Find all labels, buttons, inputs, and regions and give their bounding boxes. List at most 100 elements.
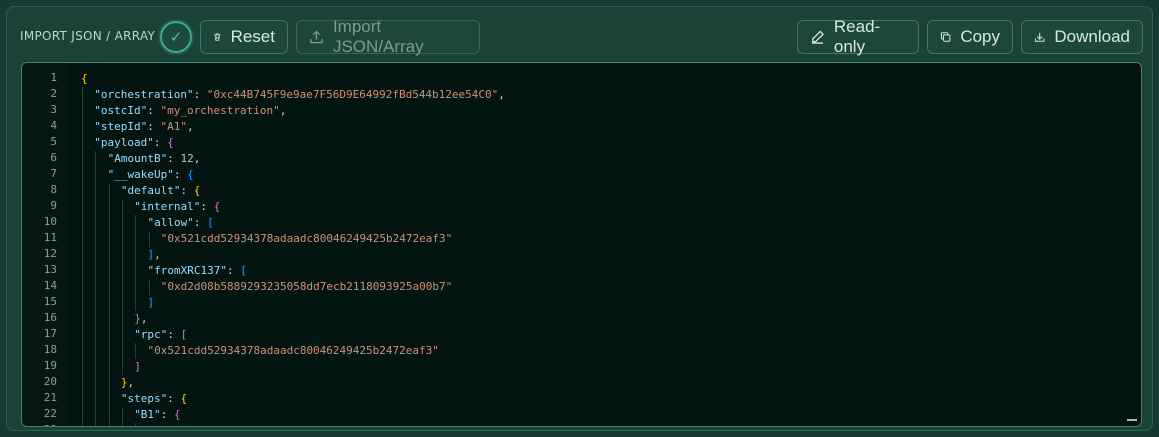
code-line: }, — [134, 311, 147, 327]
code-token: "orchestration" — [94, 88, 194, 101]
code-token: "AmountB" — [107, 152, 168, 165]
valid-status-indicator[interactable]: ✓ — [160, 21, 192, 53]
pencil-icon — [811, 30, 824, 44]
indent-guide — [135, 263, 137, 279]
indent-guide — [121, 247, 123, 263]
indent-guide — [95, 391, 97, 407]
indent-guide — [135, 279, 137, 295]
line-number: 1 — [50, 71, 57, 84]
indent-guide — [95, 343, 97, 359]
indent-guide — [148, 231, 150, 247]
code-token: "ostcId" — [94, 104, 148, 117]
indent-guide — [108, 183, 110, 199]
code-line: "0x521cdd52934378adaadc80046249425b2472e… — [161, 231, 452, 247]
indent-guide — [108, 423, 110, 426]
indent-guide — [108, 359, 110, 375]
code-token: : — [180, 184, 194, 197]
code-line: ], — [148, 247, 161, 263]
code-line: }, — [121, 375, 134, 391]
indent-guide — [108, 215, 110, 231]
indent-guide — [82, 327, 83, 343]
code-token: { — [187, 168, 194, 181]
line-number: 7 — [50, 167, 57, 180]
code-token: { — [213, 200, 221, 213]
copy-button[interactable]: Copy — [927, 20, 1013, 54]
indent-guide — [108, 247, 110, 263]
indent-guide — [95, 423, 97, 426]
line-number: 3 — [50, 103, 57, 116]
code-token: [ — [207, 216, 214, 229]
line-number: 2 — [50, 87, 57, 100]
toolbar: IMPORT JSON / ARRAY ✓ Reset Import JSON/… — [7, 7, 1152, 63]
line-number: 15 — [43, 295, 57, 308]
code-line: "rpc": [ — [134, 327, 187, 343]
indent-guide — [95, 199, 97, 215]
download-button[interactable]: Download — [1021, 20, 1143, 54]
indent-guide — [95, 263, 97, 279]
code-line: "payload": { — [94, 135, 173, 151]
code-area[interactable]: { "orchestration": "0xc44B745F9e9ae7F56D9… — [81, 63, 1141, 426]
code-token: "stepId" — [94, 120, 148, 133]
code-token: { — [81, 72, 88, 85]
indent-guide — [121, 263, 123, 279]
code-token: : — [167, 152, 181, 165]
scrollbar-thumb[interactable] — [1127, 419, 1137, 421]
code-token: "allow" — [147, 216, 194, 229]
read-only-button[interactable]: Read-only — [797, 17, 919, 56]
code-token: , — [187, 120, 194, 133]
code-token: "__wakeUp" — [107, 168, 174, 181]
code-token: [ — [240, 264, 247, 277]
indent-guide — [82, 407, 83, 423]
line-number-gutter: 1234567891011121314151617181920212223 — [22, 63, 68, 426]
line-number: 11 — [43, 231, 57, 244]
indent-guide — [82, 247, 83, 263]
indent-guide — [82, 391, 83, 407]
indent-guide — [95, 247, 97, 263]
json-editor[interactable]: 1234567891011121314151617181920212223 {"… — [21, 62, 1142, 427]
code-token: "0xc44B745F9e9ae7F56D9E64992fBd544b12ee5… — [206, 88, 499, 101]
code-token: : — [214, 424, 227, 426]
reset-button[interactable]: Reset — [200, 20, 288, 54]
indent-guide — [82, 423, 83, 426]
line-number: 20 — [43, 375, 57, 388]
upload-icon — [310, 30, 323, 44]
indent-guide — [135, 343, 137, 359]
code-line: "B1": { — [134, 407, 180, 423]
line-number: 16 — [43, 311, 57, 324]
code-line: "steps": { — [121, 391, 187, 407]
code-token: { — [193, 184, 201, 197]
code-token: , — [127, 376, 135, 389]
code-token: "A1" — [160, 120, 188, 133]
reset-label: Reset — [230, 27, 275, 46]
line-number: 23 — [44, 423, 57, 426]
json-import-panel: IMPORT JSON / ARRAY ✓ Reset Import JSON/… — [6, 6, 1153, 431]
download-icon — [1034, 32, 1045, 42]
line-number: 21 — [43, 391, 57, 404]
trash-icon — [214, 33, 221, 41]
indent-guide — [121, 279, 123, 295]
indent-guide — [82, 183, 83, 199]
code-token: , — [279, 104, 287, 117]
indent-guide — [82, 119, 83, 135]
indent-guide — [82, 375, 83, 391]
indent-guide — [108, 375, 110, 391]
line-number: 6 — [50, 151, 57, 164]
code-line: "0x521cdd52934378adaadc80046249425b2472e… — [148, 343, 439, 359]
indent-guide — [148, 279, 150, 295]
code-token: } — [120, 376, 128, 389]
download-label: Download — [1054, 27, 1130, 46]
indent-guide — [82, 151, 83, 167]
line-number: 8 — [50, 183, 57, 196]
import-json-button[interactable]: Import JSON/Array — [296, 17, 480, 56]
code-token: : — [173, 168, 188, 181]
indent-guide — [82, 279, 83, 295]
indent-guide — [108, 391, 110, 407]
indent-guide — [95, 215, 97, 231]
line-number: 18 — [43, 343, 57, 356]
code-token: ] — [134, 360, 141, 373]
code-token: "internal" — [148, 424, 214, 426]
code-line: ] — [134, 359, 141, 375]
code-token: 12 — [180, 152, 194, 165]
line-number: 4 — [50, 119, 57, 132]
code-line: "fromXRC137": [ — [148, 263, 247, 279]
